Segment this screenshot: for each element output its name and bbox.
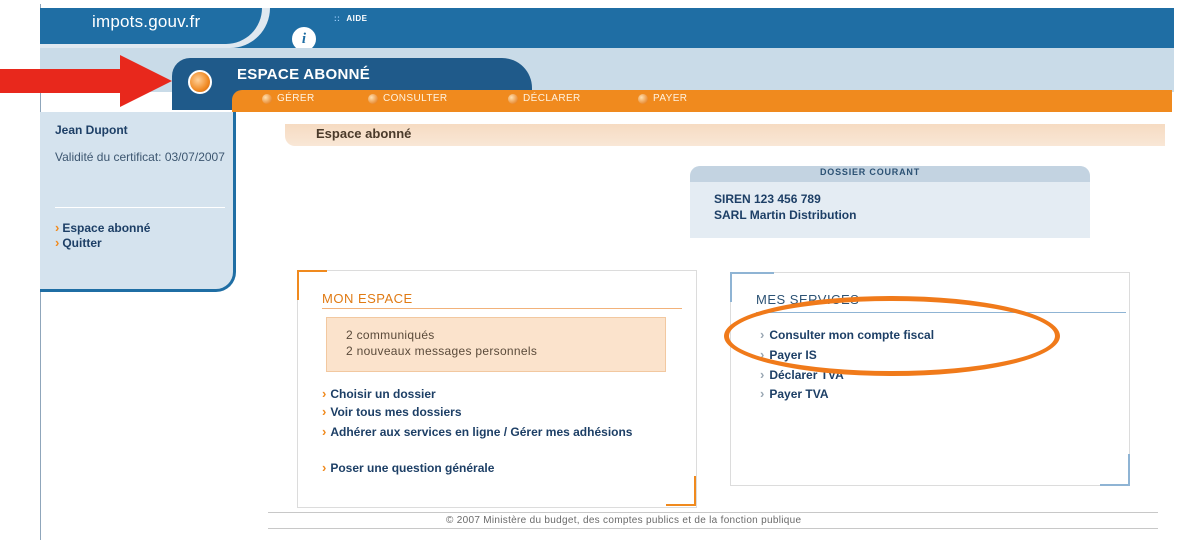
footer-copyright: © 2007 Ministère du budget, des comptes … [446, 515, 802, 526]
orange-bullet-icon [188, 70, 212, 94]
current-dossier-title: DOSSIER COURANT [820, 167, 921, 177]
chevron-right-icon: › [322, 386, 327, 401]
link-voir-dossiers[interactable]: › Voir tous mes dossiers [322, 404, 462, 420]
help-label: AIDE [346, 14, 368, 23]
espace-title: ESPACE ABONNÉ [237, 66, 371, 83]
user-name: Jean Dupont [55, 123, 128, 137]
chevron-right-icon: › [322, 460, 327, 475]
nav-item-label: DÉCLARER [523, 93, 581, 104]
chevron-right-icon: › [322, 404, 327, 419]
service-label: Payer TVA [769, 386, 829, 401]
panel-corner-decoration [666, 476, 696, 506]
badge-letter: i [301, 30, 307, 47]
notice-messages[interactable]: 2 nouveaux messages personnels [346, 344, 537, 358]
sidebar-link-espace-abonne[interactable]: › Espace abonné [55, 220, 150, 235]
dossier-siren: SIREN 123 456 789 [714, 192, 821, 206]
help-link[interactable]: :: AIDE [334, 14, 367, 23]
link-label: Voir tous mes dossiers [330, 405, 462, 419]
mon-espace-title: MON ESPACE [322, 291, 413, 306]
link-poser-question[interactable]: › Poser une question générale [322, 460, 494, 476]
breadcrumb-strip [285, 124, 1165, 146]
link-adherer-services[interactable]: › Adhérer aux services en ligne / Gérer m… [322, 424, 672, 440]
nav-item-declarer[interactable]: DÉCLARER [508, 93, 581, 104]
red-arrow-annotation [0, 55, 172, 107]
sidebar-link-label: Espace abonné [62, 220, 151, 235]
sidebar-divider [55, 207, 225, 208]
link-label: Adhérer aux services en ligne / Gérer me… [330, 425, 633, 439]
chevron-right-icon: › [322, 424, 327, 439]
nav-bullet-icon [638, 93, 648, 104]
site-logo[interactable]: impots.gouv.fr [92, 12, 200, 32]
link-label: Choisir un dossier [330, 387, 436, 401]
footer-rule [268, 528, 1158, 529]
sidebar-link-quitter[interactable]: › Quitter [55, 235, 102, 250]
page-title: Espace abonné [316, 126, 412, 141]
dossier-company-name: SARL Martin Distribution [714, 208, 857, 222]
chevron-right-icon: › [760, 367, 765, 382]
service-payer-tva[interactable]: › Payer TVA [760, 386, 828, 401]
panel-corner-decoration [1100, 454, 1130, 486]
nav-item-label: PAYER [653, 93, 688, 104]
nav-bullet-icon [508, 93, 518, 104]
link-choisir-dossier[interactable]: › Choisir un dossier [322, 386, 436, 402]
chevron-right-icon: › [55, 235, 60, 250]
nav-item-gerer[interactable]: GÉRER [262, 93, 315, 104]
nav-item-label: CONSULTER [383, 93, 448, 104]
footer-rule [268, 512, 1158, 513]
nav-bullet-icon [368, 93, 378, 104]
certificate-validity: Validité du certificat: 03/07/2007 [55, 150, 225, 164]
notice-communiques[interactable]: 2 communiqués [346, 328, 435, 342]
dots-icon: :: [334, 14, 341, 23]
sidebar-link-label: Quitter [62, 235, 102, 250]
divider [322, 308, 682, 309]
nav-item-consulter[interactable]: CONSULTER [368, 93, 448, 104]
nav-item-label: GÉRER [277, 93, 315, 104]
chevron-right-icon: › [760, 386, 765, 401]
chevron-right-icon: › [55, 220, 60, 235]
nav-bullet-icon [262, 93, 272, 104]
link-label: Poser une question générale [330, 461, 495, 475]
sidebar [40, 112, 236, 292]
highlight-oval-annotation [724, 296, 1060, 376]
nav-item-payer[interactable]: PAYER [638, 93, 687, 104]
